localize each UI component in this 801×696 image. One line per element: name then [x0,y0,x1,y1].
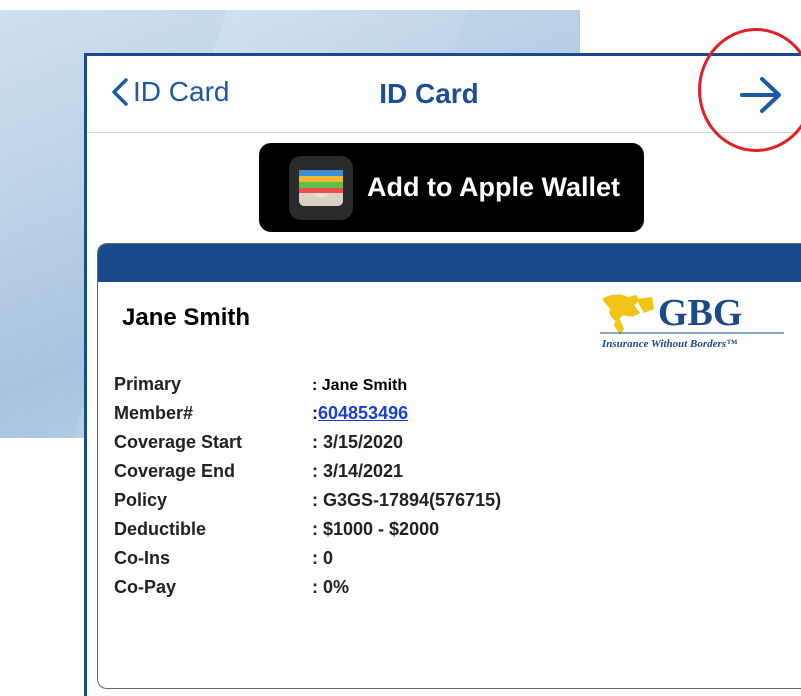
member-name: Jane Smith [122,304,251,331]
row-coverage-start: Coverage Start : 3/15/2020 [114,432,501,461]
policy-label: Policy [114,490,168,510]
navigation-bar: ID Card ID Card [87,56,801,133]
coverage-start-label: Coverage Start [114,432,243,452]
row-deductible: Deductible : $1000 - $2000 [114,519,501,548]
annotation-circle [698,28,801,152]
member-details: Primary : Jane Smith Member# : 604853496… [114,374,501,606]
svg-text:GBG: GBG [658,292,742,334]
page-title: ID Card [379,78,479,109]
primary-value: : Jane Smith [312,377,408,394]
deductible-value: : $1000 - $2000 [312,519,440,539]
co-ins-label: Co-Ins [114,548,170,568]
policy-value: : G3GS-17894(576715) [312,490,502,510]
primary-label: Primary [114,374,182,394]
coverage-start-value: : 3/15/2020 [312,432,404,452]
co-pay-label: Co-Pay [114,577,177,597]
row-co-ins: Co-Ins : 0 [114,548,501,577]
wallet-button-label: Add to Apple Wallet [367,172,620,202]
wallet-icon [289,155,353,220]
gbg-logo: GBG Insurance Without Borders™ [600,292,784,350]
row-primary: Primary : Jane Smith [114,374,501,403]
row-co-pay: Co-Pay : 0% [114,577,501,606]
add-to-wallet-button[interactable]: Add to Apple Wallet [259,143,644,232]
row-coverage-end: Coverage End : 3/14/2021 [114,461,501,490]
card-header-bar [98,244,801,282]
id-card: Jane Smith GBG Insurance Without Borders… [97,243,801,689]
deductible-label: Deductible [114,519,207,539]
app-screen: ID Card ID Card Add to Apple Wallet Jane… [84,28,801,696]
coverage-end-value: : 3/14/2021 [312,461,404,481]
co-ins-value: : 0 [312,548,334,568]
member-number-link[interactable]: 604853496 [318,403,408,424]
member-number-label: Member# [114,403,194,423]
row-policy: Policy : G3GS-17894(576715) [114,490,501,519]
row-member-number: Member# : 604853496 [114,403,501,432]
svg-text:Insurance Without Borders™: Insurance Without Borders™ [601,338,737,350]
co-pay-value: : 0% [312,577,350,597]
coverage-end-label: Coverage End [114,461,236,481]
